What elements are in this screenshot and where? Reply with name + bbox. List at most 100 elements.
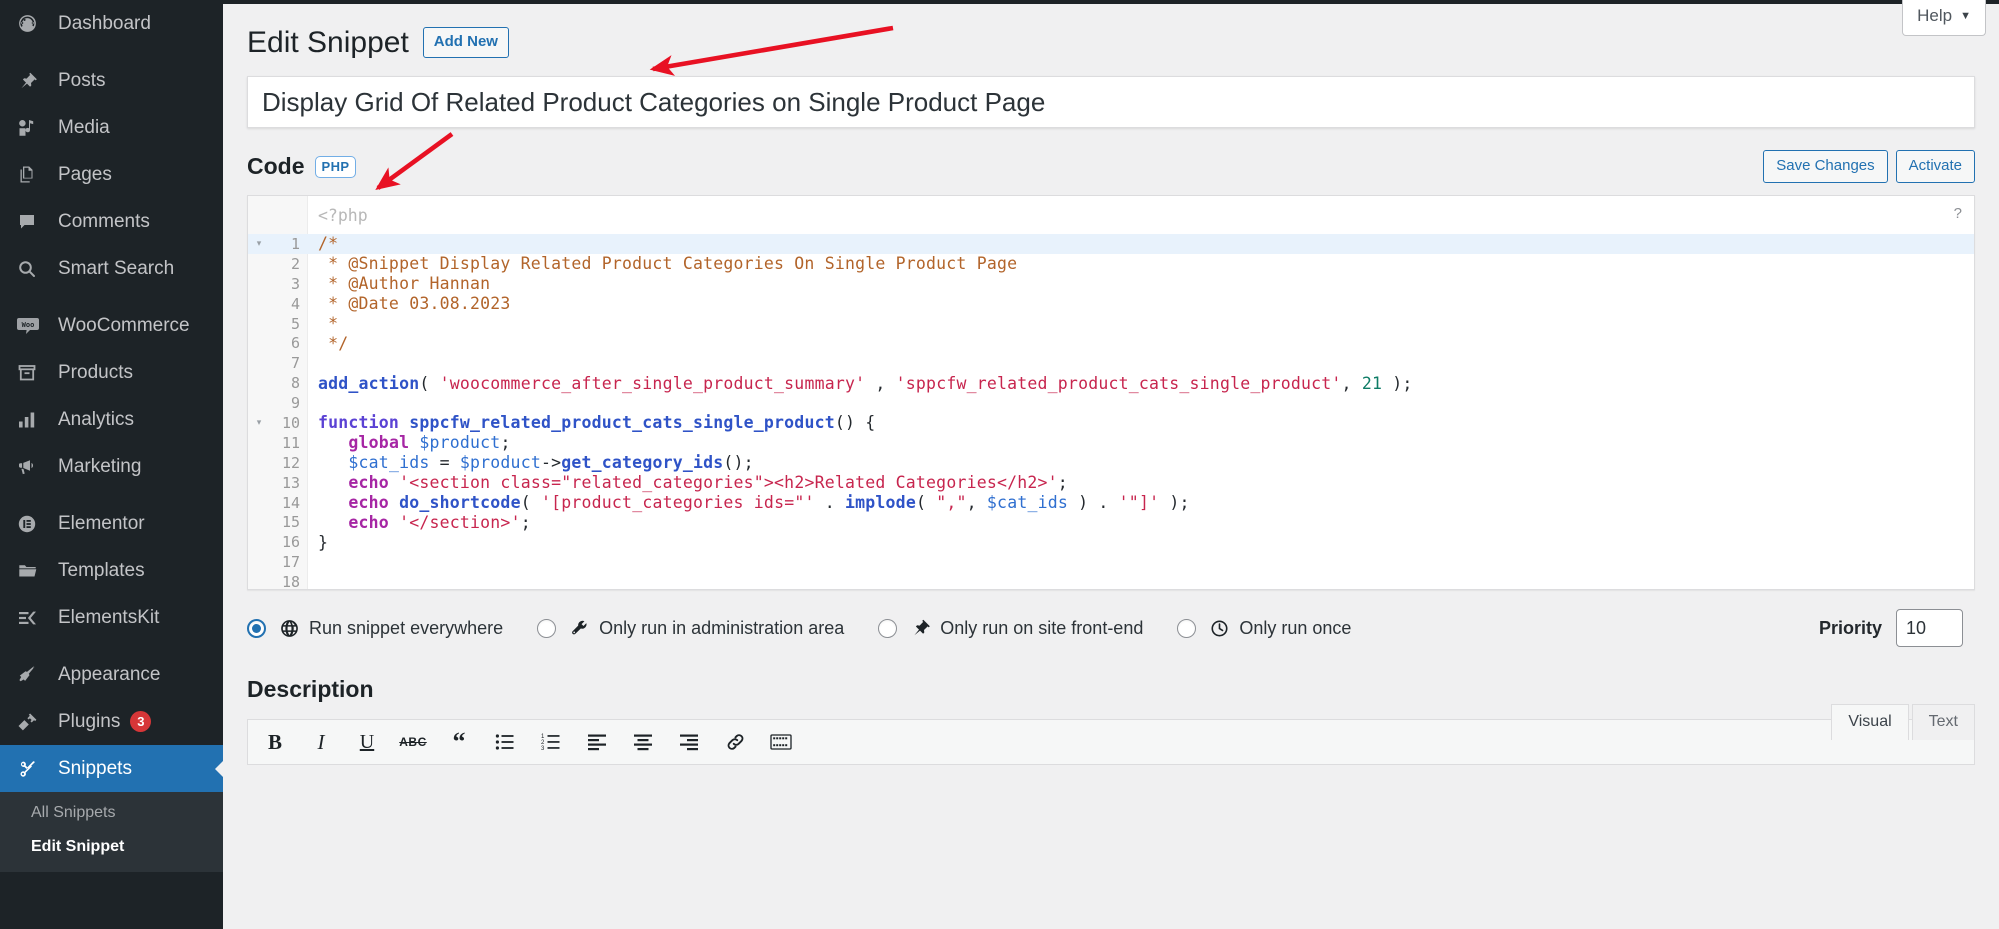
sidebar-item-comments[interactable]: Comments [0, 198, 223, 245]
scope-option-label: Run snippet everywhere [309, 617, 504, 638]
scope-option-only-run-in-administration-area[interactable]: Only run in administration area [537, 618, 844, 639]
align-left-icon[interactable] [582, 727, 612, 757]
search-icon [17, 256, 47, 282]
editor-tab-visual[interactable]: Visual [1831, 704, 1909, 740]
sidebar-item-pages[interactable]: Pages [0, 151, 223, 198]
comments-icon [17, 209, 47, 235]
activate-button[interactable]: Activate [1895, 150, 1975, 183]
sidebar-item-elementor[interactable]: Elementor [0, 500, 223, 547]
code-line: 15 echo '</section>'; [248, 512, 1974, 532]
sidebar-item-label: Elementor [58, 513, 145, 534]
sidebar-item-label: WooCommerce [58, 315, 190, 336]
scope-option-only-run-on-site-front-end[interactable]: Only run on site front-end [878, 618, 1143, 639]
sidebar-item-label: Marketing [58, 456, 142, 477]
woo-icon: Woo [17, 313, 47, 339]
code-line: 13 echo '<section class="related_categor… [248, 473, 1974, 493]
line-content: function sppcfw_related_product_cats_sin… [318, 413, 876, 433]
code-line: 4 * @Date 03.08.2023 [248, 294, 1974, 314]
radio-button[interactable] [878, 618, 898, 638]
line-content: * [318, 314, 339, 333]
sidebar-item-posts[interactable]: Posts [0, 57, 223, 104]
sidebar-item-analytics[interactable]: Analytics [0, 396, 223, 443]
description-section: Description Visual Text B I U ABC “ 1 2 3 [247, 676, 1975, 765]
sidebar-item-smart-search[interactable]: Smart Search [0, 245, 223, 292]
submenu-item-edit-snippet[interactable]: Edit Snippet [0, 830, 223, 864]
help-tab-button[interactable]: Help ▼ [1902, 0, 1986, 36]
snippet-title-input[interactable] [247, 76, 1975, 128]
plugins-update-badge: 3 [130, 711, 152, 732]
menu-separator [0, 47, 223, 57]
radio-button[interactable] [247, 618, 266, 638]
code-line: 14 echo do_shortcode( '[product_categori… [248, 493, 1974, 513]
code-lines: ▾ 1/* 2 * @Snippet Display Related Product… [248, 234, 1974, 590]
sidebar-item-marketing[interactable]: Marketing [0, 443, 223, 490]
sidebar-item-media[interactable]: Media [0, 104, 223, 151]
page-title: Edit Snippet [247, 26, 409, 59]
menu-separator [0, 292, 223, 302]
sidebar-item-products[interactable]: Products [0, 349, 223, 396]
line-number: 5 [290, 314, 300, 333]
add-new-button[interactable]: Add New [422, 27, 509, 58]
fold-toggle-icon[interactable]: ▾ [248, 239, 270, 248]
line-content: * @Author Hannan [318, 274, 491, 294]
numbered-list-icon[interactable]: 123 [536, 727, 566, 757]
sidebar-item-elementskit[interactable]: ElementsKit [0, 594, 223, 641]
pin-icon [908, 618, 932, 638]
editor-help-icon[interactable]: ? [1954, 205, 1962, 222]
elementskit-icon [17, 605, 47, 631]
editor-tab-text[interactable]: Text [1911, 704, 1975, 740]
align-center-icon[interactable] [628, 727, 658, 757]
scope-option-only-run-once[interactable]: Only run once [1177, 618, 1351, 639]
line-content: /* [318, 234, 339, 254]
templates-icon [17, 558, 47, 584]
scope-option-run-snippet-everywhere[interactable]: Run snippet everywhere [247, 618, 503, 639]
bulleted-list-icon[interactable] [490, 727, 520, 757]
line-number: 10 [281, 413, 300, 432]
underline-icon[interactable]: U [352, 727, 382, 757]
code-line: 6 */ [248, 333, 1974, 353]
description-title: Description [247, 676, 374, 702]
line-number: 6 [290, 334, 300, 353]
editor-placeholder-row: <?php ? [248, 196, 1974, 234]
priority-group: Priority [1819, 609, 1975, 647]
php-language-badge: PHP [314, 155, 357, 178]
page-header-row: Edit Snippet Add New [223, 4, 1999, 59]
code-header-row: Code PHP Save Changes Activate [247, 150, 1975, 183]
fold-toggle-icon[interactable]: ▾ [248, 418, 270, 427]
sidebar-item-dashboard[interactable]: Dashboard [0, 0, 223, 47]
line-number: 18 [281, 573, 300, 590]
elementor-icon [17, 511, 47, 537]
sidebar-item-woocommerce[interactable]: Woo WooCommerce [0, 302, 223, 349]
strikethrough-icon[interactable]: ABC [398, 727, 428, 757]
priority-input[interactable] [1896, 609, 1963, 647]
bold-icon[interactable]: B [260, 727, 290, 757]
sidebar-item-templates[interactable]: Templates [0, 547, 223, 594]
radio-button[interactable] [537, 618, 557, 638]
align-right-icon[interactable] [674, 727, 704, 757]
link-icon[interactable] [720, 727, 750, 757]
sidebar-item-label: Media [58, 117, 110, 138]
sidebar-item-appearance[interactable]: Appearance [0, 651, 223, 698]
line-content: echo '<section class="related_categories… [348, 473, 1068, 493]
italic-icon[interactable]: I [306, 727, 336, 757]
blockquote-icon[interactable]: “ [444, 727, 474, 757]
sidebar-item-label: Dashboard [58, 13, 151, 34]
sidebar-item-plugins[interactable]: Plugins 3 [0, 698, 223, 745]
sidebar-item-label: Plugins [58, 711, 121, 732]
pages-icon [17, 162, 47, 188]
save-changes-button[interactable]: Save Changes [1763, 150, 1888, 183]
code-line: 9 [248, 393, 1974, 413]
line-content: echo '</section>'; [348, 512, 531, 532]
snippets-submenu: All Snippets Edit Snippet [0, 792, 223, 872]
sidebar-item-snippets[interactable]: Snippets [0, 745, 223, 792]
menu-separator [0, 490, 223, 500]
sidebar-item-label: Snippets [58, 758, 132, 779]
submenu-item-all-snippets[interactable]: All Snippets [0, 796, 223, 830]
radio-button[interactable] [1177, 618, 1197, 638]
priority-label: Priority [1818, 617, 1882, 638]
more-tag-icon[interactable] [766, 727, 796, 757]
sidebar-item-label: Analytics [58, 409, 135, 430]
line-number: 15 [281, 513, 300, 532]
editor-mode-tabs: Visual Text [1828, 704, 1975, 740]
code-editor[interactable]: <?php ? ▾ 1/* 2 * @Snippet Display Related… [247, 195, 1975, 590]
